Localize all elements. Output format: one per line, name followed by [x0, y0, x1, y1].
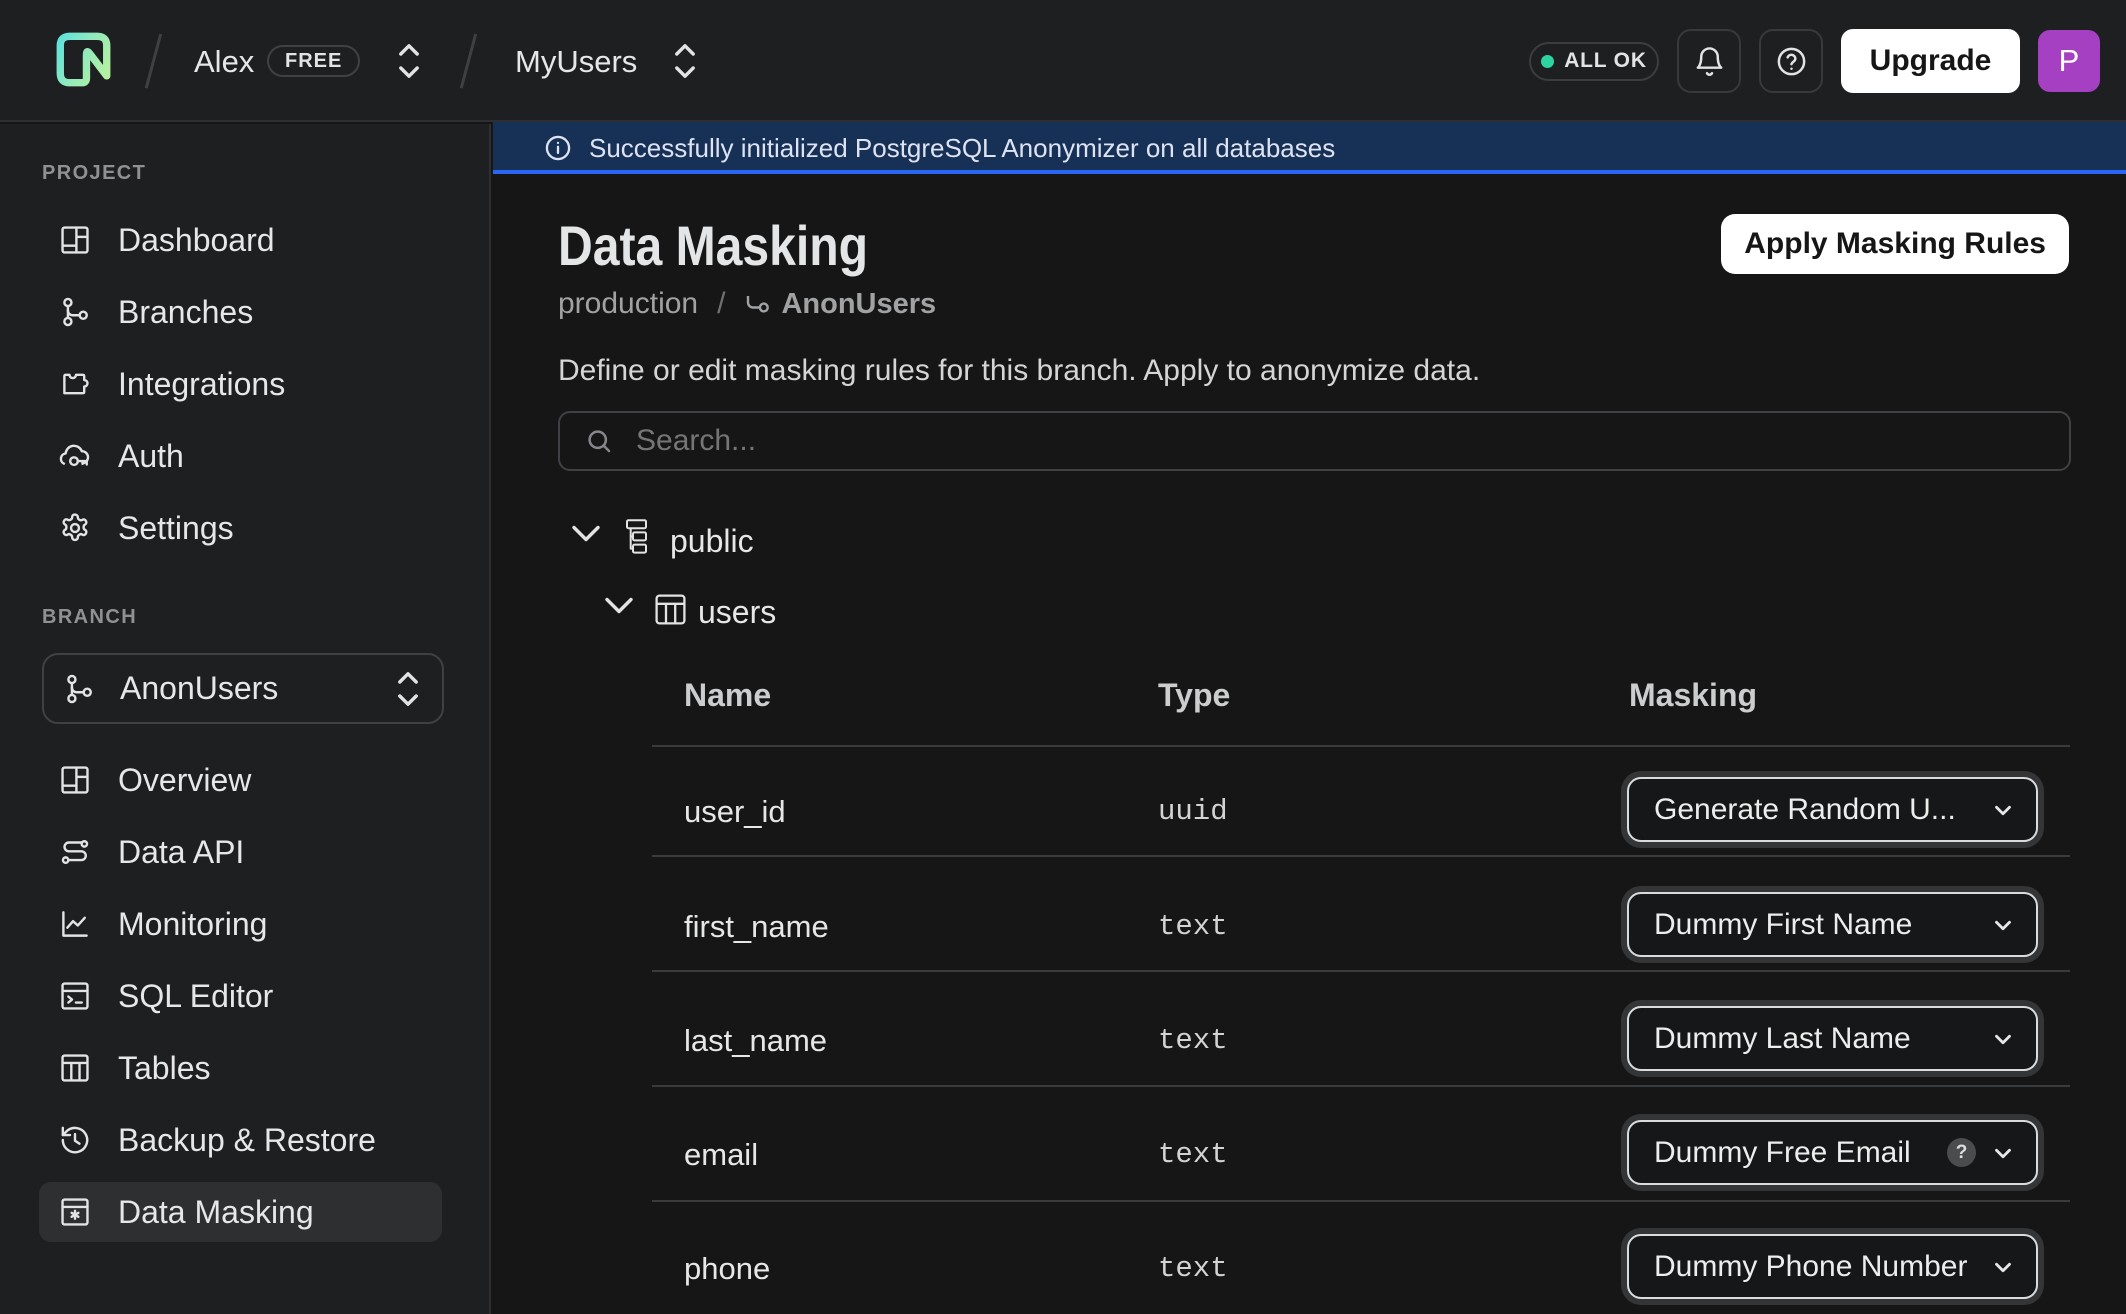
svg-text:Data Masking: Data Masking [558, 214, 868, 277]
